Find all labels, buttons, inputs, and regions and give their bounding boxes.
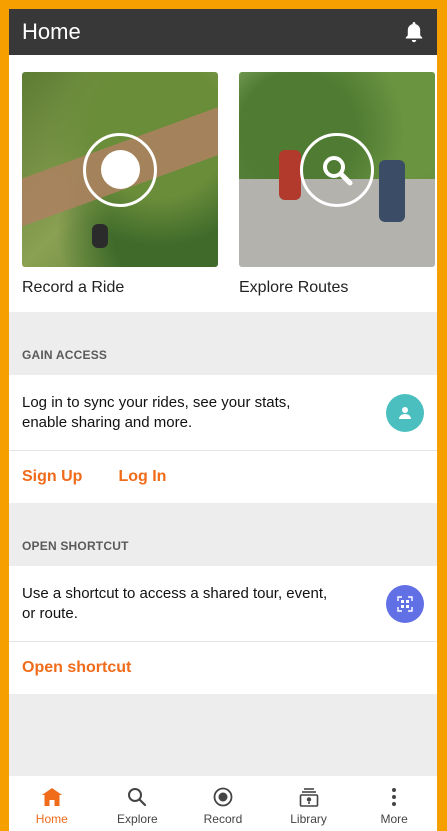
open-shortcut-message: Use a shortcut to access a shared tour, … xyxy=(22,584,328,622)
record-icon xyxy=(213,786,233,808)
search-icon xyxy=(127,786,147,808)
gain-access-card: Log in to sync your rides, see your stat… xyxy=(9,375,437,503)
open-shortcut-heading: OPEN SHORTCUT xyxy=(22,539,129,553)
cyclist-figure xyxy=(279,150,301,200)
tab-more[interactable]: More xyxy=(351,776,437,831)
tab-record[interactable]: Record xyxy=(180,776,266,831)
sign-up-button[interactable]: Sign Up xyxy=(22,468,82,486)
tab-explore-label: Explore xyxy=(117,812,158,826)
page-title: Home xyxy=(22,19,81,44)
gain-access-message-row: Log in to sync your rides, see your stat… xyxy=(9,375,437,451)
record-ride-image[interactable] xyxy=(22,72,218,267)
record-icon xyxy=(83,132,157,207)
quick-actions: Record a Ride Explore Routes xyxy=(9,55,437,312)
tab-library-label: Library xyxy=(290,812,327,826)
more-icon xyxy=(391,786,397,808)
profile-icon xyxy=(386,393,424,432)
tab-record-label: Record xyxy=(203,812,243,826)
explore-routes-label: Explore Routes xyxy=(239,279,349,296)
qr-code-icon xyxy=(386,584,424,623)
cyclist-figure xyxy=(379,160,405,222)
notifications-bell-icon[interactable] xyxy=(403,20,425,44)
tab-more-label: More xyxy=(380,812,408,826)
gain-access-actions: Sign Up Log In xyxy=(9,451,437,503)
open-shortcut-card: Use a shortcut to access a shared tour, … xyxy=(9,566,437,694)
explore-routes-image[interactable] xyxy=(239,72,435,267)
search-icon xyxy=(300,132,374,207)
home-icon xyxy=(41,786,62,808)
tab-explore[interactable]: Explore xyxy=(95,776,181,831)
open-shortcut-message-row: Use a shortcut to access a shared tour, … xyxy=(9,566,437,642)
app-bar: Home xyxy=(9,9,437,55)
explore-routes-tile[interactable]: Explore Routes xyxy=(239,72,435,312)
library-icon xyxy=(299,786,319,808)
open-shortcut-actions: Open shortcut xyxy=(9,642,437,694)
tab-home-label: Home xyxy=(35,812,68,826)
rider-figure xyxy=(92,224,108,248)
record-ride-tile[interactable]: Record a Ride xyxy=(22,72,218,312)
app-frame: Home Record a Ride Explore Routes GAIN A… xyxy=(9,9,437,831)
gain-access-message: Log in to sync your rides, see your stat… xyxy=(22,393,291,431)
bottom-tab-bar: Home Explore Record Library More xyxy=(9,776,437,831)
log-in-button[interactable]: Log In xyxy=(118,468,166,486)
gain-access-heading: GAIN ACCESS xyxy=(22,348,108,362)
tab-library[interactable]: Library xyxy=(266,776,352,831)
record-ride-label: Record a Ride xyxy=(22,279,125,296)
open-shortcut-button[interactable]: Open shortcut xyxy=(22,659,131,677)
tab-home[interactable]: Home xyxy=(9,776,95,831)
